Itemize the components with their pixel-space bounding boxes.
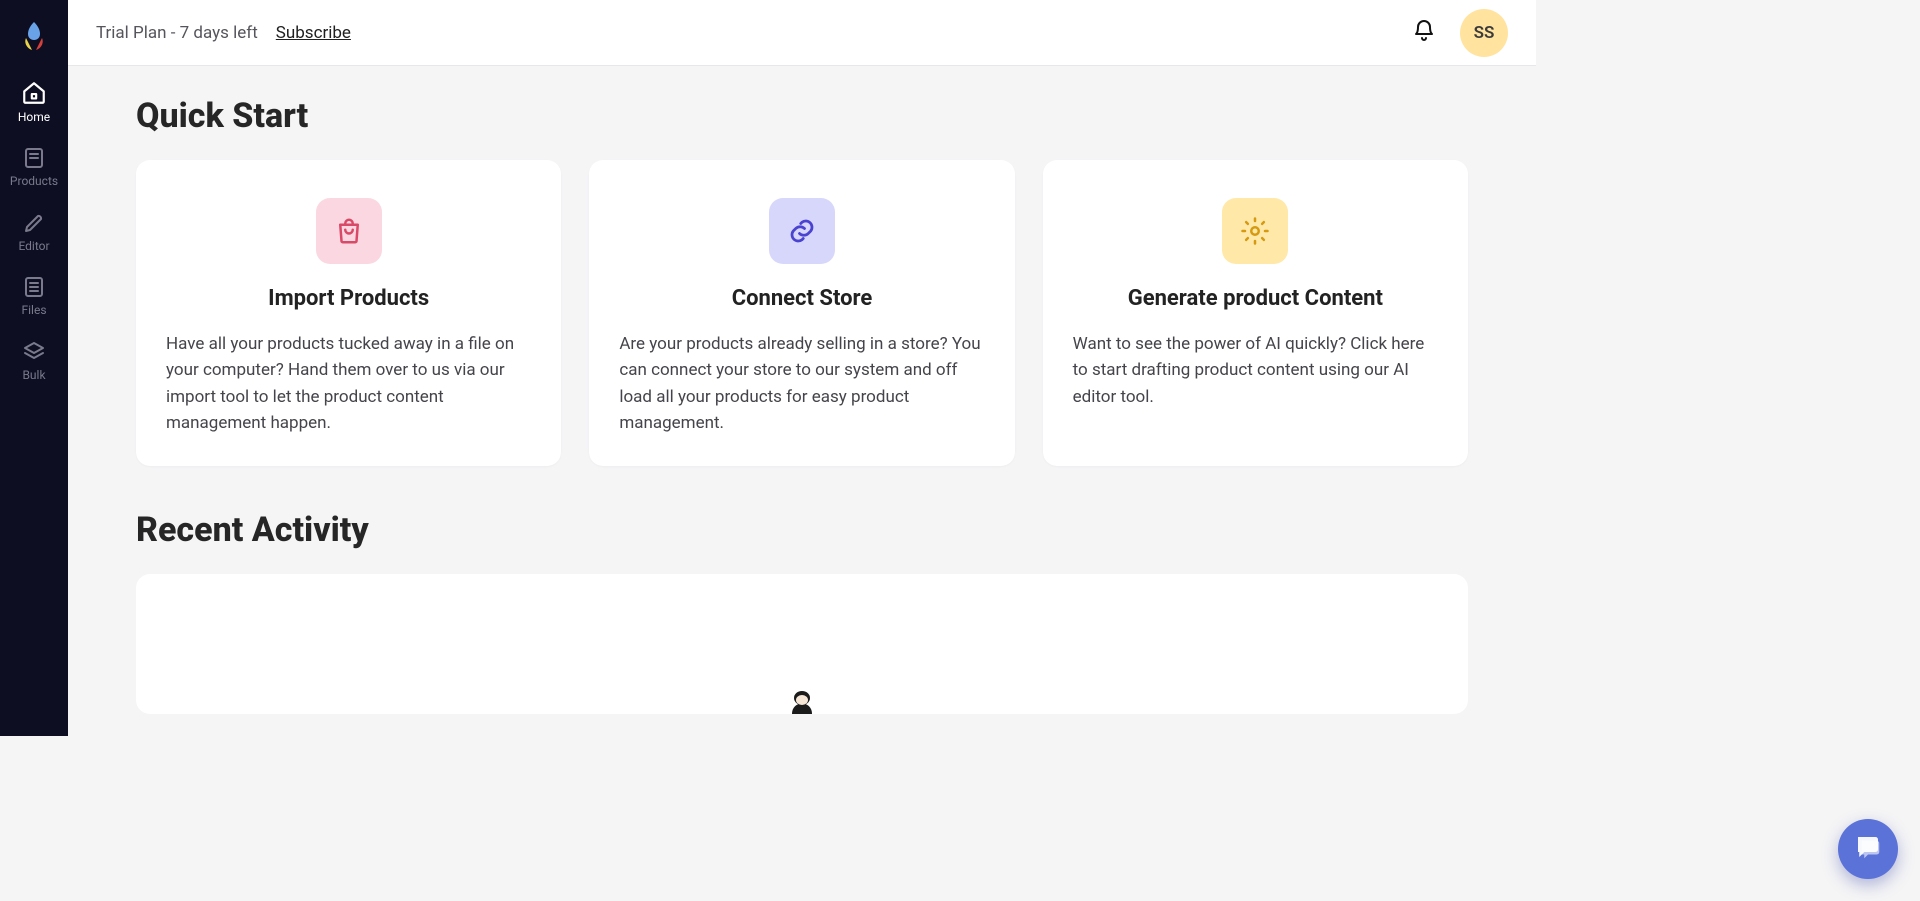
card-title: Import Products	[166, 286, 531, 311]
card-connect-store[interactable]: Connect Store Are your products already …	[589, 160, 1014, 466]
pencil-icon	[22, 211, 46, 235]
card-description: Are your products already selling in a s…	[619, 331, 984, 436]
recent-activity-panel	[136, 574, 1468, 714]
files-icon	[22, 275, 46, 299]
recent-activity-heading: Recent Activity	[136, 510, 1468, 550]
empty-state-illustration	[780, 688, 824, 714]
user-avatar[interactable]: SS	[1460, 9, 1508, 57]
bell-icon	[1412, 19, 1436, 47]
nav-label: Home	[18, 110, 50, 124]
card-import-products[interactable]: Import Products Have all your products t…	[136, 160, 561, 466]
nav-files[interactable]: Files	[0, 263, 68, 327]
main-area: Trial Plan - 7 days left Subscribe SS Qu…	[68, 0, 1536, 736]
card-title: Generate product Content	[1073, 286, 1438, 311]
nav-editor[interactable]: Editor	[0, 199, 68, 263]
card-title: Connect Store	[619, 286, 984, 311]
avatar-initials: SS	[1474, 23, 1495, 43]
nav-label: Editor	[18, 239, 49, 253]
layers-icon	[22, 340, 46, 364]
chat-widget-button[interactable]	[1838, 819, 1898, 879]
topbar-left: Trial Plan - 7 days left Subscribe	[96, 23, 351, 43]
chat-icon	[1853, 832, 1883, 866]
topbar-right: SS	[1410, 9, 1508, 57]
topbar: Trial Plan - 7 days left Subscribe SS	[68, 0, 1536, 66]
card-generate-content[interactable]: Generate product Content Want to see the…	[1043, 160, 1468, 466]
home-icon	[21, 80, 47, 106]
nav-label: Files	[21, 303, 46, 317]
nav-label: Products	[10, 174, 58, 188]
gear-icon	[1222, 198, 1288, 264]
app-logo	[18, 20, 50, 52]
link-icon	[769, 198, 835, 264]
shopping-bag-icon	[316, 198, 382, 264]
nav-label: Bulk	[22, 368, 45, 382]
quick-start-heading: Quick Start	[136, 96, 1468, 136]
nav-products[interactable]: Products	[0, 134, 68, 198]
nav-bulk[interactable]: Bulk	[0, 328, 68, 392]
card-description: Want to see the power of AI quickly? Cli…	[1073, 331, 1438, 410]
quick-start-cards: Import Products Have all your products t…	[136, 160, 1468, 466]
content-scroll[interactable]: Quick Start Import Products Have all you…	[68, 66, 1536, 736]
trial-plan-text: Trial Plan - 7 days left	[96, 23, 258, 43]
sidebar: Home Products Editor Fi	[0, 0, 68, 736]
subscribe-link[interactable]: Subscribe	[276, 23, 351, 43]
notifications-button[interactable]	[1410, 19, 1438, 47]
card-description: Have all your products tucked away in a …	[166, 331, 531, 436]
nav-home[interactable]: Home	[0, 68, 68, 134]
products-icon	[22, 146, 46, 170]
